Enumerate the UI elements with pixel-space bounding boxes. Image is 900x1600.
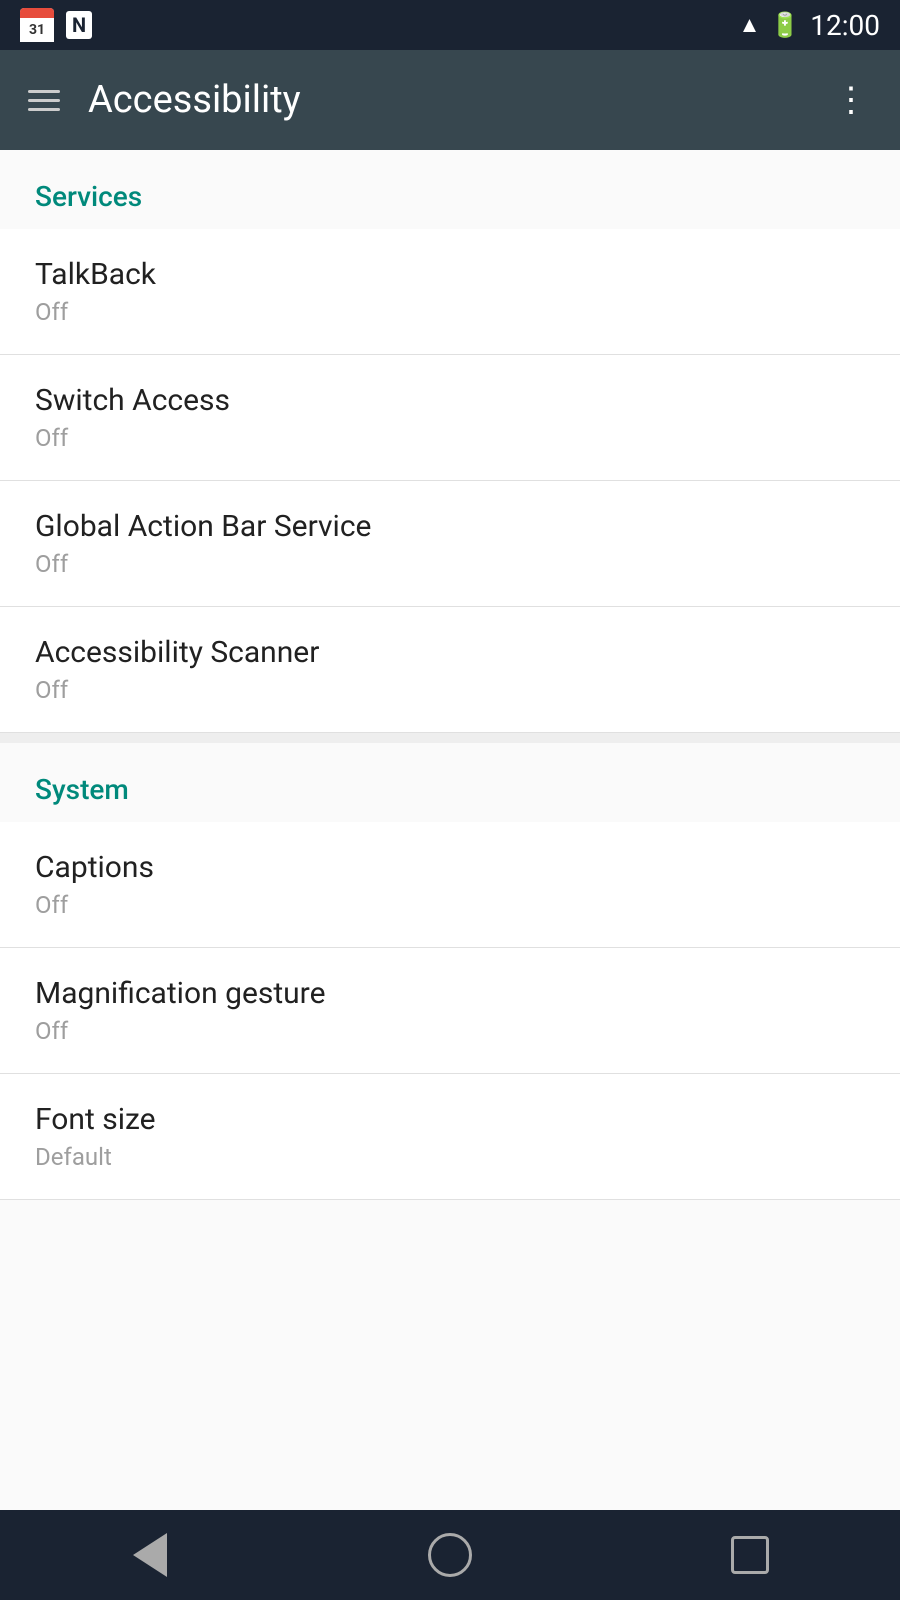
accessibility-scanner-subtitle: Off bbox=[35, 676, 865, 704]
magnification-gesture-subtitle: Off bbox=[35, 1017, 865, 1045]
switch-access-item[interactable]: Switch Access Off bbox=[0, 355, 900, 481]
captions-title: Captions bbox=[35, 850, 865, 885]
hamburger-menu-button[interactable] bbox=[20, 82, 68, 119]
magnification-gesture-item[interactable]: Magnification gesture Off bbox=[0, 948, 900, 1074]
toolbar: Accessibility ⋮ bbox=[0, 50, 900, 150]
talkback-title: TalkBack bbox=[35, 257, 865, 292]
nav-home-button[interactable] bbox=[410, 1525, 490, 1585]
magnification-gesture-title: Magnification gesture bbox=[35, 976, 865, 1011]
back-icon bbox=[133, 1533, 167, 1577]
font-size-title: Font size bbox=[35, 1102, 865, 1137]
hamburger-line-3 bbox=[28, 108, 60, 111]
hamburger-line-1 bbox=[28, 90, 60, 93]
talkback-subtitle: Off bbox=[35, 298, 865, 326]
switch-access-subtitle: Off bbox=[35, 424, 865, 452]
captions-item[interactable]: Captions Off bbox=[0, 822, 900, 948]
system-section-header: System bbox=[0, 743, 900, 822]
content-area: Services TalkBack Off Switch Access Off … bbox=[0, 150, 900, 1510]
calendar-icon: 31 bbox=[20, 8, 54, 42]
switch-access-title: Switch Access bbox=[35, 383, 865, 418]
bottom-navigation bbox=[0, 1510, 900, 1600]
recents-icon bbox=[731, 1536, 769, 1574]
status-time: 12:00 bbox=[810, 9, 880, 42]
nav-back-button[interactable] bbox=[110, 1525, 190, 1585]
home-icon bbox=[428, 1533, 472, 1577]
font-size-subtitle: Default bbox=[35, 1143, 865, 1171]
hamburger-line-2 bbox=[28, 99, 60, 102]
accessibility-scanner-item[interactable]: Accessibility Scanner Off bbox=[0, 607, 900, 733]
global-action-bar-subtitle: Off bbox=[35, 550, 865, 578]
signal-icon: ▲ bbox=[739, 12, 761, 38]
battery-icon: 🔋 bbox=[770, 11, 800, 39]
nav-recents-button[interactable] bbox=[710, 1525, 790, 1585]
status-bar-right: ▲ 🔋 12:00 bbox=[739, 9, 880, 42]
section-spacer bbox=[0, 733, 900, 743]
global-action-bar-title: Global Action Bar Service bbox=[35, 509, 865, 544]
talkback-item[interactable]: TalkBack Off bbox=[0, 229, 900, 355]
accessibility-scanner-title: Accessibility Scanner bbox=[35, 635, 865, 670]
global-action-bar-item[interactable]: Global Action Bar Service Off bbox=[0, 481, 900, 607]
status-bar-left: 31 N bbox=[20, 8, 92, 42]
more-options-button[interactable]: ⋮ bbox=[822, 75, 880, 125]
status-bar: 31 N ▲ 🔋 12:00 bbox=[0, 0, 900, 50]
services-section-header: Services bbox=[0, 150, 900, 229]
notification-icon: N bbox=[66, 11, 92, 39]
page-title: Accessibility bbox=[88, 78, 301, 122]
toolbar-left: Accessibility bbox=[20, 78, 301, 122]
captions-subtitle: Off bbox=[35, 891, 865, 919]
font-size-item[interactable]: Font size Default bbox=[0, 1074, 900, 1200]
